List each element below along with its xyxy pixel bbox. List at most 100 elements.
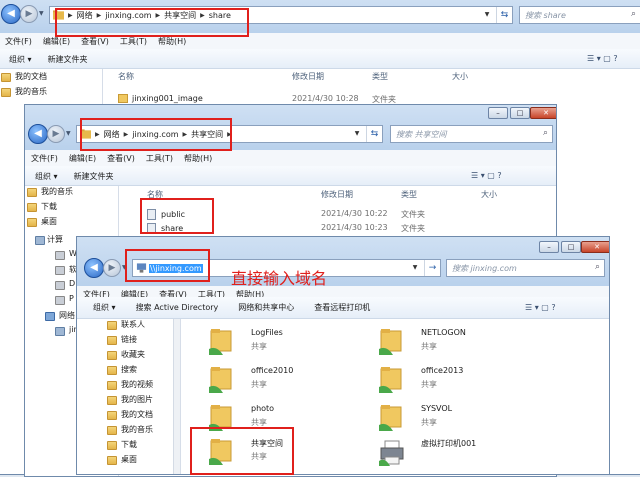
share-tile-shared-space[interactable]: 共享空间 共享 bbox=[209, 435, 359, 473]
organize-button[interactable]: 组织 ▾ bbox=[9, 54, 32, 68]
nav-item-favorites[interactable]: 收藏夹 bbox=[77, 349, 145, 363]
nav-item-computer[interactable]: 计算 bbox=[25, 234, 63, 248]
nav-item-domain[interactable]: jin bbox=[25, 325, 79, 339]
view-options-icon[interactable]: ☰ ▾ ▢ ? bbox=[587, 54, 618, 63]
menu-edit[interactable]: 编辑(E) bbox=[43, 36, 70, 49]
breadcrumb-domain[interactable]: jinxing.com bbox=[132, 130, 178, 139]
back-button[interactable]: ◀ bbox=[1, 4, 21, 24]
file-row-share[interactable]: share bbox=[147, 223, 183, 237]
minimize-button[interactable]: – bbox=[539, 241, 559, 253]
maximize-button[interactable]: □ bbox=[510, 107, 530, 119]
breadcrumb-network[interactable]: 网络 bbox=[77, 10, 93, 21]
share-tile-office2010[interactable]: office2010 共享 bbox=[209, 363, 359, 401]
address-history-arrow-icon[interactable]: ▼ bbox=[480, 7, 494, 23]
menu-file[interactable]: 文件(F) bbox=[5, 36, 32, 49]
back-button[interactable]: ◀ bbox=[28, 124, 48, 144]
forward-button[interactable]: ▶ bbox=[20, 5, 38, 23]
recent-pages-dropdown[interactable]: ▼ bbox=[39, 10, 44, 17]
column-name[interactable]: 名称 bbox=[118, 71, 134, 85]
shared-folder-icon bbox=[147, 223, 156, 234]
menu-tools[interactable]: 工具(T) bbox=[146, 153, 173, 166]
menu-edit[interactable]: 编辑(E) bbox=[69, 153, 96, 166]
new-folder-button[interactable]: 新建文件夹 bbox=[74, 171, 114, 185]
forward-button[interactable]: ▶ bbox=[103, 259, 121, 277]
close-button[interactable]: ✕ bbox=[530, 107, 556, 119]
search-input[interactable]: 搜索 share ⌕ bbox=[519, 6, 640, 24]
column-date[interactable]: 修改日期 bbox=[292, 71, 324, 85]
minimize-button[interactable]: – bbox=[488, 107, 508, 119]
breadcrumb-domain[interactable]: jinxing.com bbox=[105, 11, 151, 20]
menu-help[interactable]: 帮助(H) bbox=[184, 153, 212, 166]
breadcrumb-share[interactable]: share bbox=[209, 11, 231, 20]
share-tile-logfiles[interactable]: LogFiles 共享 bbox=[209, 325, 359, 363]
view-options-icon[interactable]: ☰ ▾ ▢ ? bbox=[471, 171, 502, 180]
column-date[interactable]: 修改日期 bbox=[321, 189, 353, 203]
nav-item-desktop[interactable]: 桌面 bbox=[77, 454, 137, 468]
breadcrumb-share-space[interactable]: 共享空间 bbox=[191, 129, 223, 140]
share-tile-office2013[interactable]: office2013 共享 bbox=[379, 363, 529, 401]
column-type[interactable]: 类型 bbox=[401, 189, 417, 203]
menu-tools[interactable]: 工具(T) bbox=[120, 36, 147, 49]
new-folder-button[interactable]: 新建文件夹 bbox=[48, 54, 88, 68]
go-arrow-icon[interactable]: → bbox=[424, 260, 440, 276]
organize-button[interactable]: 组织 ▾ bbox=[93, 302, 116, 318]
search-input[interactable]: 搜索 共享空间 ⌕ bbox=[390, 125, 553, 143]
breadcrumb-separator-icon: ▶ bbox=[68, 11, 73, 19]
menu-file[interactable]: 文件(F) bbox=[31, 153, 58, 166]
recent-pages-dropdown[interactable]: ▼ bbox=[66, 130, 71, 137]
column-type[interactable]: 类型 bbox=[372, 71, 388, 85]
menu-view[interactable]: 查看(V) bbox=[81, 36, 109, 49]
nav-item-downloads[interactable]: 下载 bbox=[77, 439, 137, 453]
nav-item-drive[interactable]: P bbox=[25, 294, 74, 308]
nav-item-network[interactable]: 网络 bbox=[25, 310, 75, 324]
nav-item-downloads[interactable]: 下载 bbox=[25, 201, 57, 215]
nav-item-drive[interactable]: D bbox=[25, 279, 75, 293]
share-tile-netlogon[interactable]: NETLOGON 共享 bbox=[379, 325, 529, 363]
forward-button[interactable]: ▶ bbox=[47, 125, 65, 143]
breadcrumb-share-space[interactable]: 共享空间 bbox=[164, 10, 196, 21]
file-row-public[interactable]: public bbox=[147, 209, 185, 223]
organize-button[interactable]: 组织 ▾ bbox=[35, 171, 58, 185]
back-button[interactable]: ◀ bbox=[84, 258, 104, 278]
search-active-directory-button[interactable]: 搜索 Active Directory bbox=[136, 302, 219, 318]
navigation-scrollbar[interactable] bbox=[173, 319, 180, 474]
nav-item-links[interactable]: 链接 bbox=[77, 334, 137, 348]
nav-item-searches[interactable]: 搜索 bbox=[77, 364, 137, 378]
refresh-icon[interactable]: ⇆ bbox=[496, 7, 512, 23]
search-input[interactable]: 搜索 jinxing.com ⌕ bbox=[446, 259, 605, 277]
nav-item-contacts[interactable]: 联系人 bbox=[77, 319, 145, 333]
recent-pages-dropdown[interactable]: ▼ bbox=[122, 264, 127, 271]
column-name[interactable]: 名称 bbox=[147, 189, 163, 203]
refresh-icon[interactable]: ⇆ bbox=[366, 126, 382, 142]
address-bar[interactable]: ▶ 网络 ▶ jinxing.com ▶ 共享空间 ▶ share ▼ ⇆ bbox=[49, 6, 513, 24]
share-tile-sysvol[interactable]: SYSVOL 共享 bbox=[379, 401, 529, 439]
nav-item-my-documents[interactable]: 我的文档 bbox=[0, 71, 47, 85]
view-options-icon[interactable]: ☰ ▾ ▢ ? bbox=[525, 303, 556, 312]
maximize-button[interactable]: □ bbox=[561, 241, 581, 253]
view-remote-printers-button[interactable]: 查看远程打印机 bbox=[314, 302, 370, 318]
nav-item-my-music[interactable]: 我的音乐 bbox=[25, 186, 73, 200]
address-text[interactable]: \\jinxing.com bbox=[149, 263, 203, 273]
nav-item-my-music[interactable]: 我的音乐 bbox=[0, 86, 47, 100]
address-history-arrow-icon[interactable]: ▼ bbox=[350, 126, 364, 142]
address-history-arrow-icon[interactable]: ▼ bbox=[408, 260, 422, 276]
close-button[interactable]: ✕ bbox=[581, 241, 609, 253]
nav-item-drive[interactable]: 软 bbox=[25, 264, 77, 278]
nav-item-desktop[interactable]: 桌面 bbox=[25, 216, 57, 230]
network-sharing-center-button[interactable]: 网络和共享中心 bbox=[238, 302, 294, 318]
nav-item-my-music[interactable]: 我的音乐 bbox=[77, 424, 153, 438]
share-tile-photo[interactable]: photo 共享 bbox=[209, 401, 359, 439]
nav-item-drive[interactable]: W bbox=[25, 249, 77, 263]
menu-view[interactable]: 查看(V) bbox=[107, 153, 135, 166]
nav-item-my-pictures[interactable]: 我的图片 bbox=[77, 394, 153, 408]
folder-icon bbox=[80, 129, 91, 139]
address-bar[interactable]: ▶ 网络 ▶ jinxing.com ▶ 共享空间 ▶ ▼ ⇆ bbox=[76, 125, 383, 143]
nav-item-my-videos[interactable]: 我的视频 bbox=[77, 379, 153, 393]
breadcrumb-network[interactable]: 网络 bbox=[104, 129, 120, 140]
breadcrumb-separator-icon: ▶ bbox=[95, 130, 100, 138]
menu-help[interactable]: 帮助(H) bbox=[158, 36, 186, 49]
column-size[interactable]: 大小 bbox=[481, 189, 497, 203]
column-size[interactable]: 大小 bbox=[452, 71, 468, 85]
printer-tile-virtual-printer[interactable]: 虚拟打印机001 bbox=[379, 435, 529, 473]
nav-item-my-documents[interactable]: 我的文档 bbox=[77, 409, 153, 423]
